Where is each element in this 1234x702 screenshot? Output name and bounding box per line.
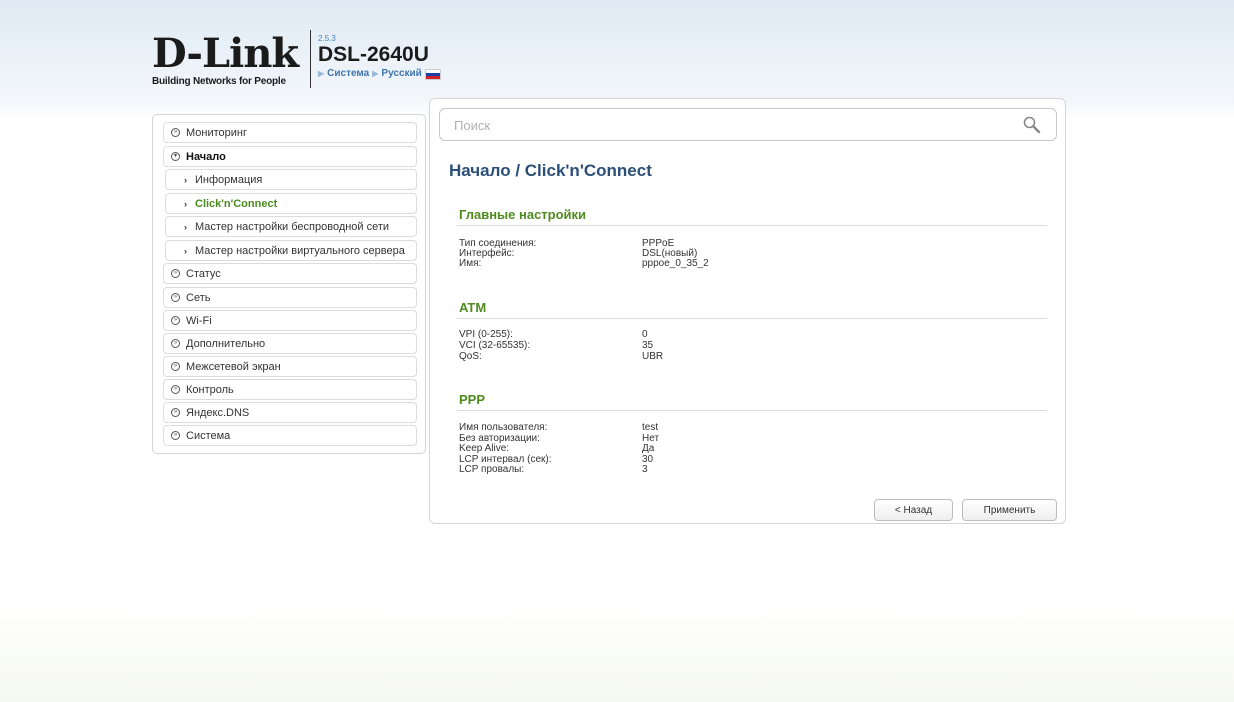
chevron-right-icon: › [184, 174, 187, 185]
field-value: pppoe_0_35_2 [642, 258, 709, 269]
chevron-circle-icon: » [171, 339, 180, 348]
search-box [439, 108, 1057, 141]
sidebar-item-label: Wi-Fi [186, 314, 212, 327]
section-title-atm: ATM [459, 300, 487, 315]
sidebar-item-label: Мониторинг [186, 126, 248, 139]
logo-text: D-Link [152, 30, 299, 77]
triangle-right-icon: ▶ [372, 69, 379, 78]
sidebar-item-label: Система [186, 429, 231, 442]
field-value: 0 [642, 329, 648, 340]
field-label: Имя пользователя: [459, 422, 548, 433]
chevron-circle-icon: » [171, 293, 180, 302]
chevron-circle-icon: » [171, 128, 180, 137]
chevron-circle-icon: » [171, 431, 180, 440]
sidebar-item-label: Межсетевой экран [186, 360, 281, 373]
chevron-circle-icon: » [171, 316, 180, 325]
sidebar-menu: » Мониторинг ▾ Начало › Информация › Cli… [152, 114, 426, 454]
sidebar-item-click-n-connect[interactable]: › Click'n'Connect [165, 193, 417, 214]
chevron-down-circle-icon: ▾ [171, 152, 180, 161]
sidebar-item-monitoring[interactable]: » Мониторинг [163, 122, 417, 143]
section-title-ppp: PPP [459, 392, 486, 407]
sidebar-item-firewall[interactable]: » Межсетевой экран [163, 356, 417, 377]
device-model: DSL-2640U [318, 43, 429, 66]
section-divider [457, 318, 1047, 319]
dlink-logo: D-Link Building Networks for People [152, 30, 299, 88]
chevron-circle-icon: » [171, 362, 180, 371]
triangle-right-icon: ▶ [318, 69, 325, 78]
chevron-right-icon: › [184, 198, 187, 209]
sidebar-item-label: Информация [195, 173, 263, 186]
main-panel: Начало / Click'n'Connect Главные настрой… [429, 98, 1066, 524]
search-input[interactable] [452, 117, 1016, 134]
chevron-right-icon: › [184, 245, 187, 256]
sidebar-item-label: Контроль [186, 383, 234, 396]
sidebar-item-label: Дополнительно [186, 337, 266, 350]
section-title-main-settings: Главные настройки [459, 207, 587, 222]
header-divider [310, 30, 311, 88]
sidebar-item-control[interactable]: » Контроль [163, 379, 417, 400]
sidebar-item-wifi[interactable]: » Wi-Fi [163, 310, 417, 331]
section-divider [457, 225, 1047, 226]
field-value: Да [642, 443, 655, 454]
chevron-circle-icon: » [171, 385, 180, 394]
sidebar-item-system[interactable]: » Система [163, 425, 417, 446]
field-value: 35 [642, 340, 654, 351]
field-value: UBR [642, 351, 664, 362]
sidebar-item-label: Мастер настройки беспроводной сети [195, 220, 390, 233]
field-label: VCI (32-65535): [459, 340, 531, 351]
chevron-circle-icon: » [171, 408, 180, 417]
sidebar-item-status[interactable]: » Статус [163, 263, 417, 284]
search-icon[interactable] [1022, 115, 1042, 135]
field-value: test [642, 422, 659, 433]
page-title: Начало / Click'n'Connect [449, 161, 652, 180]
header-breadcrumb: ▶ Система ▶ Русский [318, 68, 441, 80]
sidebar-item-label: Сеть [186, 291, 211, 304]
field-label: Имя: [459, 258, 482, 269]
sidebar-item-network[interactable]: » Сеть [163, 287, 417, 308]
sidebar-item-label: Click'n'Connect [195, 197, 278, 210]
sidebar-item-wireless-wizard[interactable]: › Мастер настройки беспроводной сети [165, 216, 417, 237]
language-link[interactable]: Русский [381, 68, 421, 79]
chevron-right-icon: › [184, 221, 187, 232]
field-label: LCP провалы: [459, 464, 525, 475]
russian-flag-icon[interactable] [424, 69, 441, 80]
sidebar-item-label: Мастер настройки виртуального сервера [195, 244, 405, 257]
sidebar-item-start[interactable]: ▾ Начало [163, 146, 417, 167]
sidebar-item-label: Статус [186, 267, 221, 280]
field-label: QoS: [459, 351, 482, 362]
section-divider [457, 410, 1047, 411]
sidebar-item-label: Начало [186, 150, 226, 163]
sidebar-item-information[interactable]: › Информация [165, 169, 417, 190]
sidebar-item-virtual-server-wizard[interactable]: › Мастер настройки виртуального сервера [165, 240, 417, 261]
logo-tagline: Building Networks for People [152, 76, 286, 87]
back-button[interactable]: < Назад [874, 499, 953, 521]
field-label: Keep Alive: [459, 443, 510, 454]
sidebar-item-advanced[interactable]: » Дополнительно [163, 333, 417, 354]
sidebar-item-yandex-dns[interactable]: » Яндекс.DNS [163, 402, 417, 423]
field-label: VPI (0-255): [459, 329, 513, 340]
sidebar-item-label: Яндекс.DNS [186, 406, 250, 419]
system-link[interactable]: Система [327, 68, 369, 79]
field-value: 3 [642, 464, 648, 475]
device-info: 2.5.3 DSL-2640U ▶ Система ▶ Русский [318, 34, 441, 80]
apply-button[interactable]: Применить [962, 499, 1057, 521]
chevron-circle-icon: » [171, 269, 180, 278]
footer-background [0, 600, 1234, 702]
